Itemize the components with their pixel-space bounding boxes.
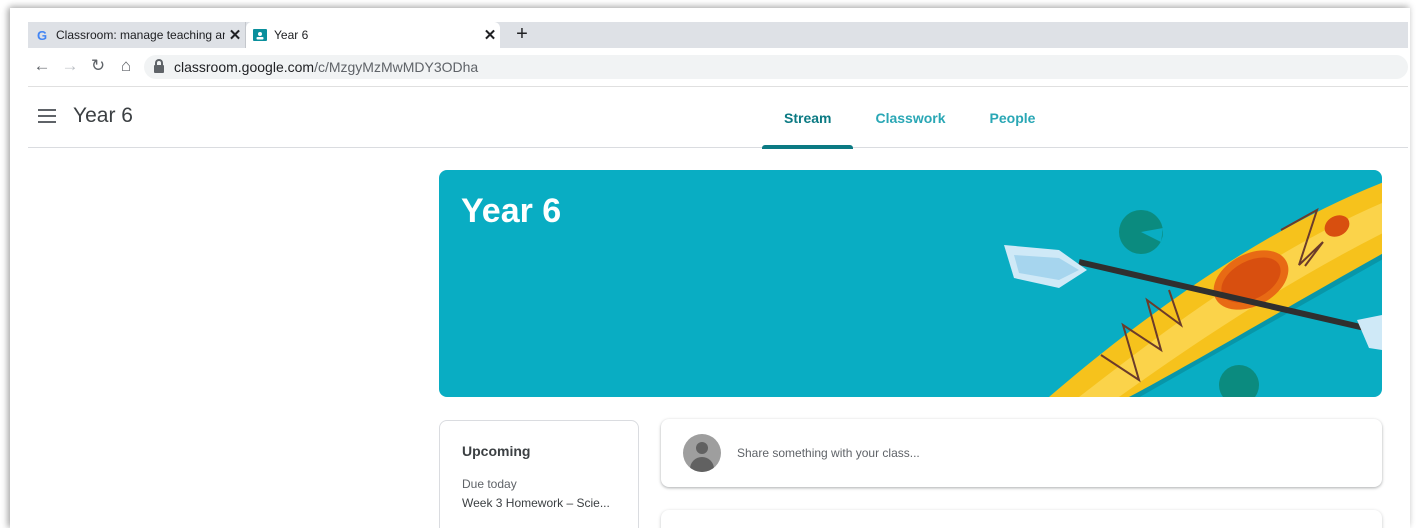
url-path: /c/MzgyMzMwMDY3ODha <box>314 59 479 75</box>
home-icon[interactable]: ⌂ <box>112 56 140 76</box>
banner-title: Year 6 <box>461 192 562 230</box>
back-arrow-icon[interactable]: ← <box>28 56 56 76</box>
browser-toolbar: ← → ↻ ⌂ classroom.google.com/c/MzgyMzMwM… <box>28 48 1408 84</box>
share-placeholder[interactable]: Share something with your class... <box>737 446 920 460</box>
tab-classwork[interactable]: Classwork <box>853 87 967 148</box>
forward-arrow-icon[interactable]: → <box>56 56 84 76</box>
kayak-illustration <box>1004 182 1382 397</box>
due-label: Due today <box>462 477 517 491</box>
tab-strip: G Classroom: manage teaching and ✕ Year … <box>28 22 1408 48</box>
reload-icon[interactable]: ↻ <box>84 56 112 76</box>
tab-people[interactable]: People <box>968 87 1058 148</box>
url-host: classroom.google.com <box>174 59 315 75</box>
browser-tab-year6[interactable]: Year 6 ✕ <box>246 22 500 48</box>
menu-icon[interactable] <box>38 109 56 123</box>
stream-post-card <box>661 510 1382 528</box>
classroom-icon <box>252 27 268 43</box>
lock-icon <box>154 59 164 73</box>
new-tab-button[interactable]: + <box>510 22 534 48</box>
upcoming-card: Upcoming Due today Week 3 Homework – Sci… <box>439 420 639 528</box>
class-title[interactable]: Year 6 <box>73 104 133 128</box>
class-tabs: Stream Classwork People <box>762 87 1058 149</box>
address-bar[interactable]: classroom.google.com/c/MzgyMzMwMDY3ODha <box>144 55 1408 79</box>
tab-title: Year 6 <box>274 28 309 42</box>
upcoming-assignment-link[interactable]: Week 3 Homework – Scie... <box>462 496 617 510</box>
tab-title: Classroom: manage teaching and <box>56 28 225 42</box>
avatar <box>683 434 721 472</box>
close-icon[interactable]: ✕ <box>225 26 245 44</box>
google-g-icon: G <box>36 27 48 43</box>
browser-tab-classroom[interactable]: G Classroom: manage teaching and ✕ <box>28 22 246 48</box>
class-banner: Year 6 <box>439 170 1382 397</box>
close-icon[interactable]: ✕ <box>480 26 500 44</box>
tab-stream[interactable]: Stream <box>762 87 854 149</box>
classroom-header: Year 6 Stream Classwork People <box>28 86 1408 149</box>
share-box[interactable]: Share something with your class... <box>661 419 1382 487</box>
upcoming-title: Upcoming <box>462 443 531 459</box>
